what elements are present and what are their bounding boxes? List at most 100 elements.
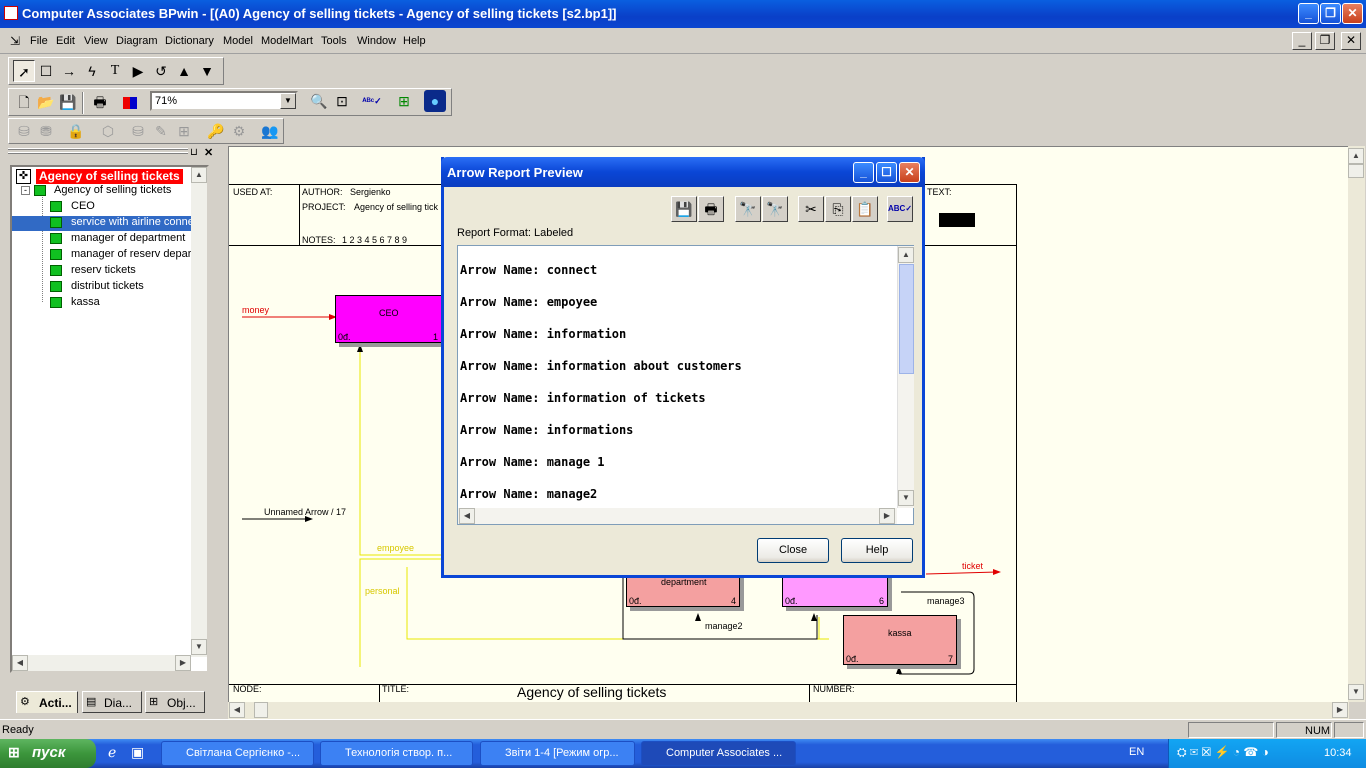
menu-help[interactable]: Help xyxy=(403,35,426,47)
ie-icon[interactable]: ℯ xyxy=(108,744,116,761)
menu-file[interactable]: File xyxy=(30,35,48,47)
zoom-fit-icon[interactable]: ⊡ xyxy=(331,90,353,112)
tree-parent-item[interactable]: Agency of selling tickets xyxy=(54,184,171,199)
scroll-right-icon[interactable]: ▶ xyxy=(1332,702,1348,718)
spellcheck-icon[interactable]: ABC✓ xyxy=(887,196,913,222)
doc-icon[interactable]: ⇲ xyxy=(10,34,20,48)
tree-item-kassa[interactable]: kassa xyxy=(71,296,100,311)
text-tool-icon[interactable]: T xyxy=(104,60,126,82)
save-icon[interactable]: 💾 xyxy=(57,91,79,113)
restore-button[interactable]: ❐ xyxy=(1320,3,1341,24)
start-button[interactable]: ⊞ пуск xyxy=(0,739,96,768)
canvas-vscroll[interactable]: ▲ ▼ xyxy=(1348,146,1365,702)
tree-root-item[interactable]: Agency of selling tickets xyxy=(36,169,183,184)
disconnect-icon[interactable]: ⛃ xyxy=(35,120,57,142)
scroll-right-icon[interactable]: ▶ xyxy=(175,655,191,671)
color-icon[interactable] xyxy=(119,91,141,113)
task-button[interactable]: Звіти 1-4 [Режим огр... xyxy=(480,741,635,766)
mdi-minimize-button[interactable]: _ xyxy=(1292,32,1312,50)
menu-view[interactable]: View xyxy=(84,35,108,47)
tree-item-reserv-tickets[interactable]: reserv tickets xyxy=(71,264,136,279)
scroll-thumb[interactable] xyxy=(254,702,268,718)
dialog-title-bar[interactable]: Arrow Report Preview _ ☐ ✕ xyxy=(441,157,925,187)
collapse-icon[interactable]: - xyxy=(21,186,30,195)
scroll-right-icon[interactable]: ▶ xyxy=(879,508,895,524)
chevron-down-icon[interactable]: ▼ xyxy=(280,93,296,109)
new-icon[interactable]: 🗋 xyxy=(13,91,35,113)
save-icon[interactable]: 💾 xyxy=(671,196,697,222)
panel-restore-icon[interactable]: ⊔ xyxy=(190,147,198,158)
box-tool-icon[interactable]: ☐ xyxy=(35,60,57,82)
tree-item-service[interactable]: service with airline conne xyxy=(71,216,194,231)
dialog-maximize-button[interactable]: ☐ xyxy=(876,162,897,183)
panel-close-icon[interactable]: ✕ xyxy=(204,146,213,159)
scroll-up-icon[interactable]: ▲ xyxy=(898,247,914,263)
tree-vscroll[interactable]: ▲ ▼ xyxy=(191,167,207,657)
dialog-close-button[interactable]: ✕ xyxy=(899,162,920,183)
tray-icons[interactable]: ⛭ ✉ ☒ ⚡ ◔ ☎ ◑ xyxy=(1177,745,1269,760)
model-explorer-icon[interactable]: ⊞ xyxy=(393,90,415,112)
users-icon[interactable]: 👥 xyxy=(259,120,281,142)
tree-hscroll[interactable]: ◀ ▶ xyxy=(12,655,191,671)
spellcheck-icon[interactable]: ᴬᴮᶜ✓ xyxy=(361,90,383,112)
copy-icon[interactable]: ⎘ xyxy=(825,196,851,222)
personal-arrow[interactable] xyxy=(359,558,444,667)
pointer-tool-icon[interactable]: ➚ xyxy=(13,60,35,82)
up-level-icon[interactable]: ▲ xyxy=(173,60,195,82)
find-icon[interactable]: 🔭 xyxy=(735,196,761,222)
report-text-area[interactable]: Arrow Name: connect Arrow Name: empoyee … xyxy=(457,245,914,525)
tree-item-distribut-tickets[interactable]: distribut tickets xyxy=(71,280,144,295)
scroll-thumb[interactable] xyxy=(899,264,914,374)
help-button[interactable]: Help xyxy=(841,538,913,563)
report-vscroll[interactable]: ▲ ▼ xyxy=(897,246,914,508)
minimize-button[interactable]: _ xyxy=(1298,3,1319,24)
panel-grip[interactable] xyxy=(8,148,188,150)
ceo-box[interactable]: CEO 0đ. 1 xyxy=(335,295,443,343)
menu-model[interactable]: Model xyxy=(223,35,253,47)
cut-icon[interactable]: ✂ xyxy=(798,196,824,222)
task-button[interactable]: Технологія створ. п... xyxy=(320,741,473,766)
report-hscroll[interactable]: ◀ ▶ xyxy=(458,508,897,524)
zoom-select[interactable]: 71% ▼ xyxy=(150,91,298,111)
menu-diagram[interactable]: Diagram xyxy=(116,35,158,47)
task-button[interactable]: Світлана Сергієнко -... xyxy=(161,741,314,766)
tree-item-manager-reserv[interactable]: manager of reserv depar xyxy=(71,248,191,263)
tab-objects[interactable]: ⊞ Obj... xyxy=(145,691,205,713)
kassa-box[interactable]: kassa 0đ. 7 xyxy=(843,615,957,665)
language-indicator[interactable]: EN xyxy=(1129,746,1144,758)
tab-diagrams[interactable]: ▤ Dia... xyxy=(82,691,142,713)
find-next-icon[interactable]: 🔭 xyxy=(762,196,788,222)
decompose-tool-icon[interactable]: ▶ xyxy=(127,60,149,82)
menu-window[interactable]: Window xyxy=(357,35,396,47)
arrow-tool-icon[interactable]: → xyxy=(58,60,80,82)
canvas-hscroll[interactable]: ◀ ▶ xyxy=(228,702,1349,719)
ticket-arrow[interactable] xyxy=(925,571,998,575)
scroll-thumb[interactable] xyxy=(1348,164,1364,178)
scroll-down-icon[interactable]: ▼ xyxy=(898,490,914,506)
print-icon[interactable]: 🖶 xyxy=(89,91,111,113)
show-desktop-icon[interactable]: ▣ xyxy=(131,744,144,761)
close-button[interactable]: Close xyxy=(757,538,829,563)
edit-model-icon[interactable]: ✎ xyxy=(150,120,172,142)
cube-icon[interactable]: ⬡ xyxy=(97,120,119,142)
menu-modelmart[interactable]: ModelMart xyxy=(261,35,313,47)
model-icon[interactable]: ⛁ xyxy=(127,120,149,142)
grid-icon[interactable]: ⊞ xyxy=(173,120,195,142)
connect-icon[interactable]: ⛁ xyxy=(13,120,35,142)
activity-tree[interactable]: ✜ Agency of selling tickets - Agency of … xyxy=(10,165,209,673)
close-button[interactable]: ✕ xyxy=(1342,3,1363,24)
tree-item-manager-department[interactable]: manager of department xyxy=(71,232,185,247)
task-button-active[interactable]: Computer Associates ... xyxy=(641,741,796,766)
modelmart-icon[interactable]: ● xyxy=(424,90,446,112)
mdi-restore-button[interactable]: ❐ xyxy=(1315,32,1335,50)
app-icon[interactable] xyxy=(4,6,18,20)
scroll-up-icon[interactable]: ▲ xyxy=(1348,148,1364,164)
open-icon[interactable]: 📂 xyxy=(35,91,57,113)
scroll-left-icon[interactable]: ◀ xyxy=(459,508,475,524)
tree-item-ceo[interactable]: CEO xyxy=(71,200,95,215)
scroll-up-icon[interactable]: ▲ xyxy=(191,167,207,183)
menu-edit[interactable]: Edit xyxy=(56,35,75,47)
scroll-left-icon[interactable]: ◀ xyxy=(229,702,245,718)
paste-icon[interactable]: 📋 xyxy=(852,196,878,222)
empoyee-arrow[interactable] xyxy=(359,347,444,556)
